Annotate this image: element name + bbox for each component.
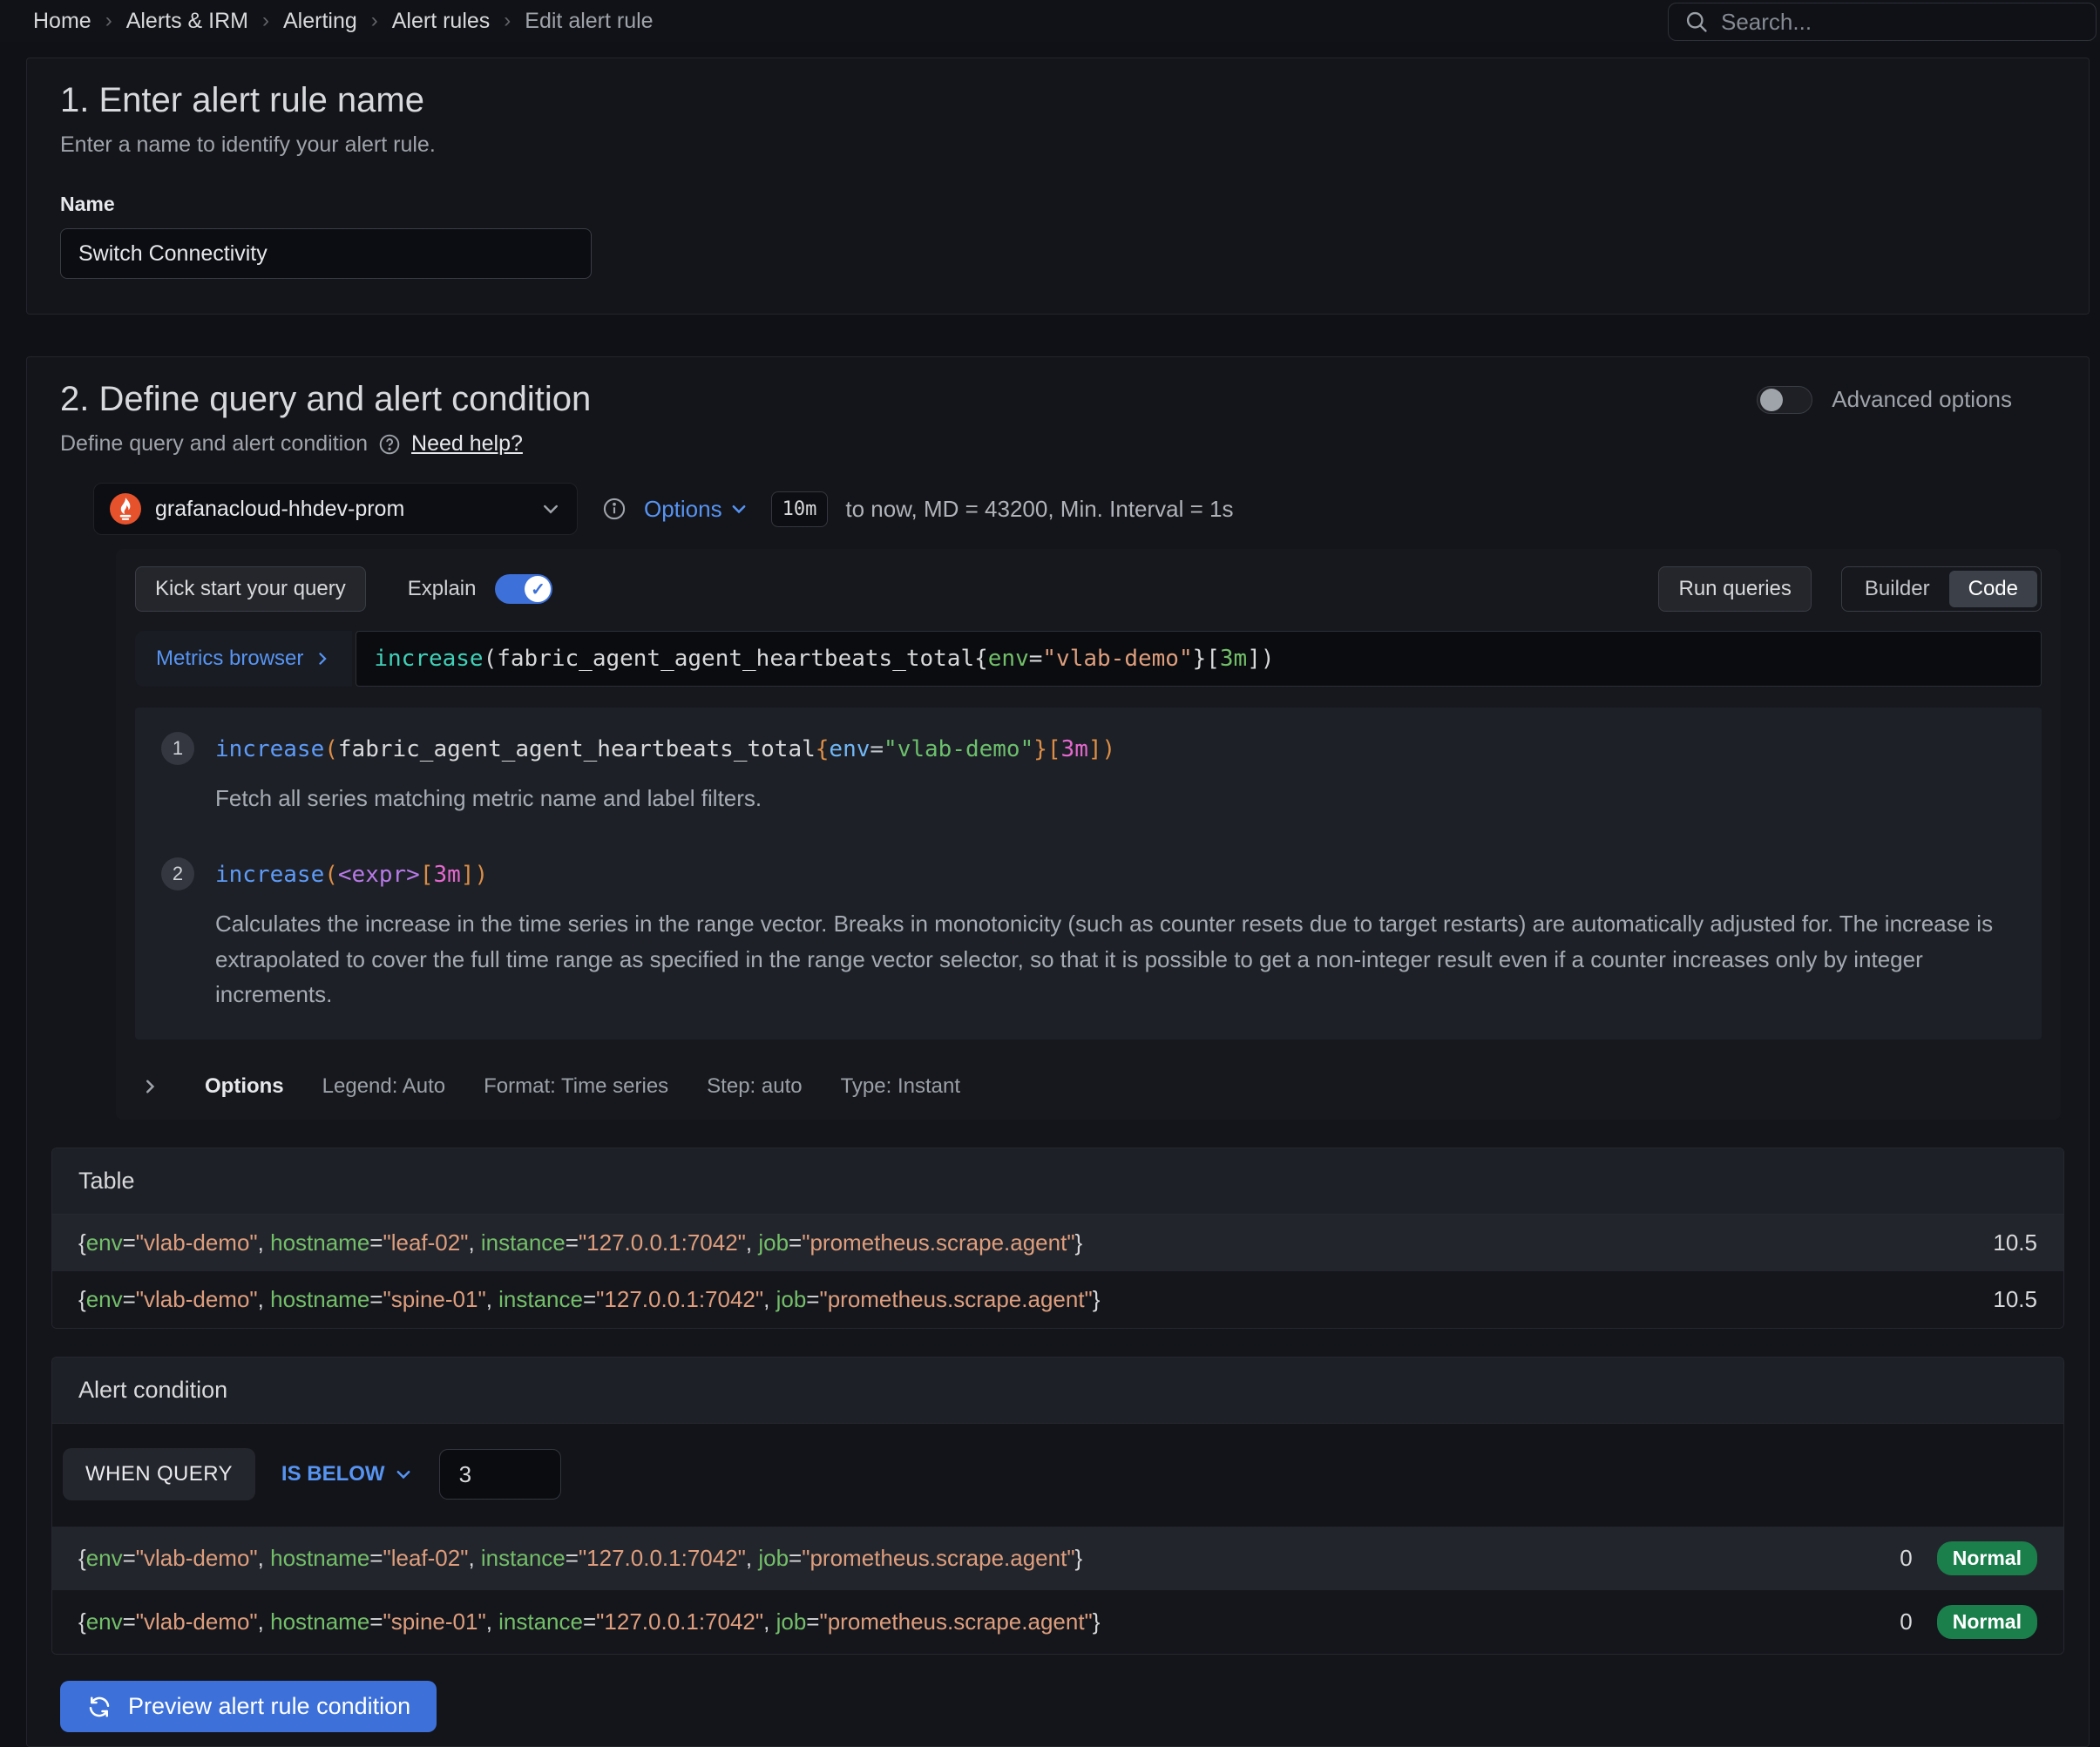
type-option: Type: Instant (841, 1074, 960, 1099)
options-row-label: Options (205, 1074, 284, 1099)
builder-mode-button[interactable]: Builder (1846, 571, 1949, 607)
prometheus-icon (110, 493, 141, 525)
explain-row-1: 1 increase(fabric_agent_agent_heartbeats… (161, 732, 2015, 765)
time-range-badge[interactable]: 10m (771, 491, 829, 527)
search-icon (1684, 10, 1709, 34)
query-editor-panel: Kick start your query Explain ✓ Run quer… (116, 549, 2061, 1120)
when-query-chip: WHEN QUERY (63, 1448, 255, 1500)
table-row: {env="vlab-demo", hostname="leaf-02", in… (52, 1215, 2063, 1271)
chevron-right-icon (314, 650, 331, 667)
series-labels: {env="vlab-demo", hostname="spine-01", i… (78, 1286, 1100, 1313)
run-queries-button[interactable]: Run queries (1658, 566, 1811, 612)
datasource-row: grafanacloud-hhdev-prom Options 10m to n… (93, 483, 2064, 535)
table-panel-header: Table (52, 1148, 2063, 1215)
alert-instance-row: {env="vlab-demo", hostname="spine-01", i… (52, 1590, 2063, 1654)
state-badge: Normal (1937, 1605, 2037, 1639)
operator-select[interactable]: IS BELOW (281, 1462, 413, 1486)
query-row: Metrics browser increase(fabric_agent_ag… (135, 631, 2042, 687)
table-row: {env="vlab-demo", hostname="spine-01", i… (52, 1271, 2063, 1328)
search-input[interactable] (1721, 9, 2080, 36)
series-labels: {env="vlab-demo", hostname="leaf-02", in… (78, 1229, 1082, 1256)
query-options-expander[interactable]: Options (644, 496, 749, 523)
time-range-summary: to now, MD = 43200, Min. Interval = 1s (845, 496, 1233, 523)
check-icon: ✓ (525, 576, 551, 602)
chevron-down-icon (729, 499, 749, 518)
step1-title: 1. Enter alert rule name (60, 81, 2064, 120)
breadcrumb-separator: › (105, 9, 112, 33)
legend-option: Legend: Auto (322, 1074, 445, 1099)
advanced-options-label: Advanced options (1832, 386, 2012, 413)
refresh-icon (86, 1694, 112, 1720)
query-options-collapsed-row[interactable]: Options Legend: Auto Format: Time series… (135, 1064, 2042, 1104)
step-option: Step: auto (707, 1074, 802, 1099)
explain-label: Explain (408, 577, 477, 601)
explain-description-2: Calculates the increase in the time seri… (215, 906, 2015, 1012)
top-navigation: Home › Alerts & IRM › Alerting › Alert r… (0, 0, 2100, 42)
alert-rule-name-input[interactable] (60, 228, 592, 279)
explain-toggle[interactable]: ✓ (495, 574, 552, 604)
step1-subtitle-text: Enter a name to identify your alert rule… (60, 132, 436, 158)
explain-code-1: increase(fabric_agent_agent_heartbeats_t… (215, 732, 1115, 762)
breadcrumb-home[interactable]: Home (33, 9, 91, 34)
step-number-badge: 1 (161, 732, 194, 765)
explain-code-2: increase(<expr>[3m]) (215, 857, 488, 888)
preview-button-label: Preview alert rule condition (128, 1693, 410, 1720)
builder-code-switch: Builder Code (1841, 566, 2042, 612)
series-value: 10.5 (1993, 1229, 2037, 1256)
threshold-input[interactable] (439, 1449, 561, 1500)
breadcrumb-separator: › (262, 9, 269, 33)
table-results-panel: Table {env="vlab-demo", hostname="leaf-0… (51, 1148, 2064, 1329)
series-labels: {env="vlab-demo", hostname="spine-01", i… (78, 1608, 1100, 1635)
kick-start-query-button[interactable]: Kick start your query (135, 566, 366, 612)
query-options-label: Options (644, 496, 722, 523)
datasource-picker[interactable]: grafanacloud-hhdev-prom (93, 483, 578, 535)
chevron-down-icon (540, 498, 561, 519)
breadcrumb-alerts-irm[interactable]: Alerts & IRM (126, 9, 248, 34)
name-field-label: Name (60, 193, 2064, 216)
query-toolbar: Kick start your query Explain ✓ Run quer… (135, 566, 2042, 612)
step1-section: 1. Enter alert rule name Enter a name to… (26, 58, 2090, 315)
breadcrumb-current: Edit alert rule (525, 9, 653, 34)
state-badge: Normal (1937, 1541, 2037, 1575)
explain-description-1: Fetch all series matching metric name an… (215, 781, 2015, 816)
condition-row: WHEN QUERY IS BELOW (52, 1424, 2063, 1527)
breadcrumb-separator: › (371, 9, 378, 33)
breadcrumb-separator: › (504, 9, 511, 33)
help-circle-icon (378, 433, 401, 456)
series-labels: {env="vlab-demo", hostname="leaf-02", in… (78, 1545, 1082, 1572)
step2-subtitle-text: Define query and alert condition (60, 431, 368, 457)
series-value: 0 (1900, 1608, 1912, 1635)
info-icon (602, 497, 627, 521)
series-value: 10.5 (1993, 1286, 2037, 1313)
alert-condition-panel: Alert condition WHEN QUERY IS BELOW {env… (51, 1357, 2064, 1655)
breadcrumb: Home › Alerts & IRM › Alerting › Alert r… (33, 9, 654, 34)
chevron-down-icon (394, 1465, 413, 1484)
code-mode-button[interactable]: Code (1949, 571, 2037, 607)
metrics-browser-label: Metrics browser (156, 647, 303, 671)
toggle-knob (1760, 389, 1783, 411)
breadcrumb-alerting[interactable]: Alerting (283, 9, 357, 34)
step1-subtitle: Enter a name to identify your alert rule… (60, 132, 2064, 158)
explain-row-2: 2 increase(<expr>[3m]) (161, 857, 2015, 890)
step2-section: 2. Define query and alert condition Adva… (26, 356, 2090, 1747)
search-box[interactable] (1668, 3, 2097, 41)
promql-query-input[interactable]: increase(fabric_agent_agent_heartbeats_t… (356, 631, 2042, 687)
preview-alert-rule-button[interactable]: Preview alert rule condition (60, 1681, 437, 1732)
step2-subtitle: Define query and alert condition Need he… (60, 431, 2064, 457)
format-option: Format: Time series (484, 1074, 668, 1099)
step-number-badge: 2 (161, 857, 194, 890)
operator-label: IS BELOW (281, 1462, 385, 1486)
alert-instance-row: {env="vlab-demo", hostname="leaf-02", in… (52, 1527, 2063, 1590)
step2-title: 2. Define query and alert condition (60, 380, 591, 419)
explain-block: 1 increase(fabric_agent_agent_heartbeats… (135, 708, 2042, 1039)
chevron-right-icon (140, 1077, 159, 1096)
series-value: 0 (1900, 1545, 1912, 1572)
breadcrumb-alert-rules[interactable]: Alert rules (392, 9, 491, 34)
datasource-name: grafanacloud-hhdev-prom (155, 497, 404, 522)
advanced-options-toggle[interactable] (1757, 386, 1812, 414)
metrics-browser-button[interactable]: Metrics browser (135, 631, 352, 687)
alert-condition-header: Alert condition (52, 1358, 2063, 1424)
need-help-link[interactable]: Need help? (411, 431, 523, 457)
